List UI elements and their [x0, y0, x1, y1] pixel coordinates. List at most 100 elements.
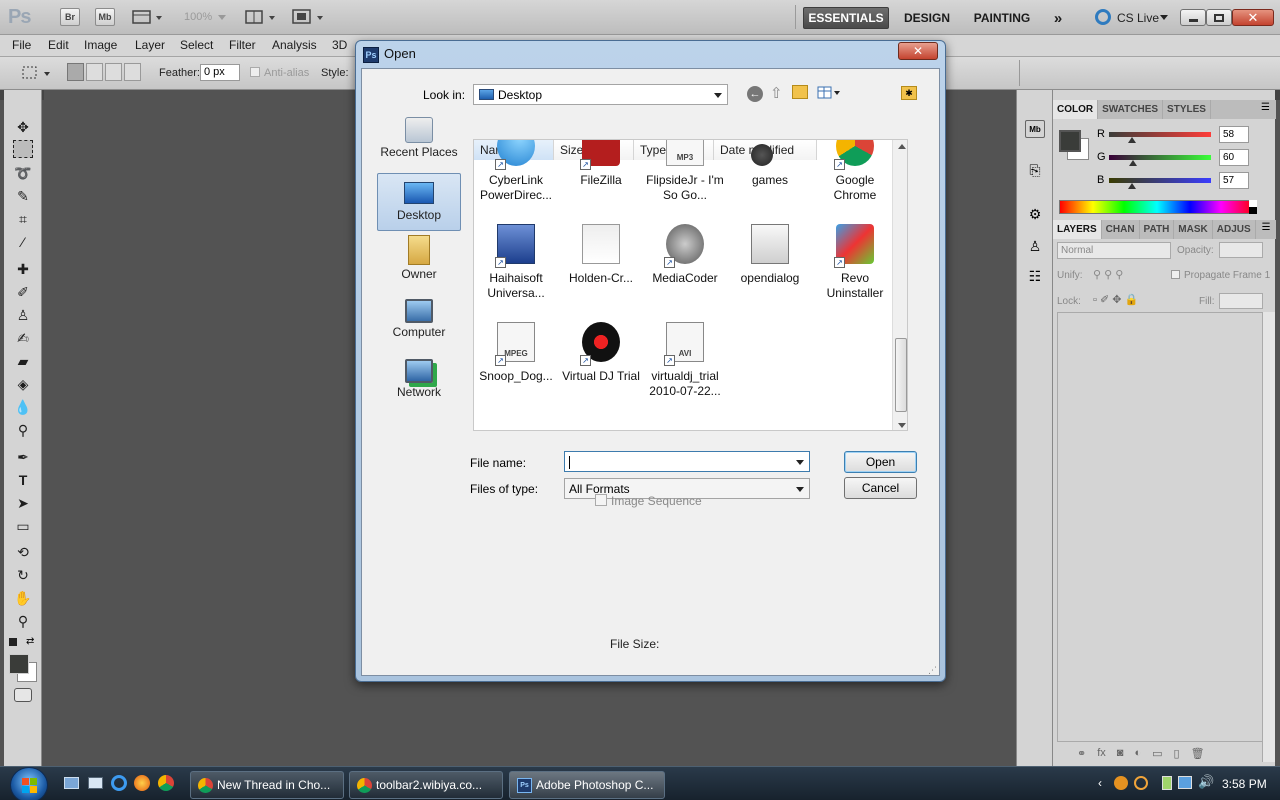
place-desktop[interactable]: Desktop [377, 173, 461, 231]
place-network[interactable]: Network [377, 353, 461, 411]
foreground-color-swatch[interactable] [9, 654, 29, 674]
adjustment-layer-icon[interactable]: ◐ [1134, 747, 1141, 763]
menu-select[interactable]: Select [180, 38, 213, 52]
layers-scrollbar[interactable] [1262, 312, 1275, 762]
clone-source-icon[interactable]: ♙ [1026, 238, 1044, 256]
open-button[interactable]: Open [844, 451, 917, 473]
cs-live-button[interactable]: CS Live [1117, 11, 1159, 25]
scrollbar-thumb[interactable] [895, 338, 907, 412]
g-slider-thumb[interactable] [1129, 160, 1137, 166]
link-layers-icon[interactable]: ⚭ [1077, 747, 1086, 763]
feather-input[interactable]: 0 px [200, 64, 240, 81]
gradient-tool-icon[interactable]: ◈ [13, 375, 33, 393]
swap-colors-icon[interactable]: ⇄ [26, 636, 34, 647]
blend-mode-select[interactable]: Normal [1057, 242, 1171, 259]
taskbar-item-new-thread[interactable]: New Thread in Cho... [190, 771, 344, 799]
view-extras-icon[interactable] [132, 9, 162, 25]
minimize-button[interactable] [1180, 9, 1206, 26]
quick-selection-tool-icon[interactable]: ✎ [13, 187, 33, 205]
zoom-level[interactable]: 100% [184, 11, 212, 23]
chevron-down-icon[interactable] [796, 460, 804, 465]
3d-orbit-tool-icon[interactable]: ↻ [13, 566, 33, 584]
propagate-checkbox[interactable] [1171, 270, 1180, 279]
file-item[interactable]: ↗ MediaCoder [646, 222, 724, 286]
brush-tool-icon[interactable]: ✐ [13, 283, 33, 301]
new-selection-icon[interactable] [67, 63, 84, 81]
look-in-select[interactable]: Desktop [473, 84, 728, 105]
menu-filter[interactable]: Filter [229, 38, 256, 52]
marquee-tool-icon[interactable] [13, 140, 33, 158]
layers-list[interactable] [1057, 312, 1273, 742]
path-selection-tool-icon[interactable]: ➤ [13, 494, 33, 512]
default-colors-icon[interactable] [9, 638, 17, 646]
arrange-documents-icon[interactable] [245, 9, 279, 25]
pen-tool-icon[interactable]: ✒ [13, 448, 33, 466]
bridge-button[interactable]: Br [60, 8, 80, 26]
file-item[interactable]: ↗ Virtual DJ Trial [562, 320, 640, 384]
file-item[interactable]: ↗ FileZilla [562, 140, 640, 188]
power-icon[interactable] [1162, 776, 1172, 790]
b-slider[interactable] [1109, 178, 1211, 183]
menu-file[interactable]: File [12, 38, 31, 52]
file-name-input[interactable] [564, 451, 810, 472]
new-folder-icon[interactable] [792, 85, 808, 99]
volume-icon[interactable]: 🔊 [1198, 774, 1214, 790]
type-tool-icon[interactable]: T [13, 471, 33, 489]
tray-app-icon[interactable] [1114, 776, 1128, 790]
file-item[interactable]: AVI ↗ virtualdj_trial 2010-07-22... [646, 320, 724, 399]
file-item[interactable]: MP3 FlipsideJr - I'm So Go... [646, 140, 724, 203]
black-white-ramp[interactable] [1249, 200, 1257, 214]
color-fg-swatch[interactable] [1059, 130, 1081, 152]
eyedropper-tool-icon[interactable]: ⁄ [13, 233, 33, 251]
screen-mode-icon[interactable] [292, 9, 326, 25]
new-group-icon[interactable]: ▭ [1152, 747, 1162, 763]
unify-icons[interactable]: ⚲ ⚲ ⚲ [1093, 268, 1123, 281]
r-slider[interactable] [1109, 132, 1211, 137]
firefox-icon[interactable] [134, 775, 150, 791]
network-tray-icon[interactable] [1178, 776, 1192, 789]
add-to-selection-icon[interactable] [86, 63, 103, 81]
g-value-input[interactable]: 60 [1219, 149, 1249, 166]
menu-image[interactable]: Image [84, 38, 117, 52]
scroll-up-icon[interactable] [898, 144, 906, 149]
show-desktop-icon[interactable] [64, 777, 79, 789]
intersect-selection-icon[interactable] [124, 63, 141, 81]
brush-presets-icon[interactable]: ⚙ [1026, 206, 1044, 224]
fill-input[interactable] [1219, 293, 1263, 309]
tab-layers[interactable]: LAYERS [1053, 220, 1102, 239]
new-layer-icon[interactable]: ▯ [1174, 747, 1180, 763]
tab-masks[interactable]: MASK [1174, 220, 1213, 239]
menu-3d[interactable]: 3D [332, 38, 347, 52]
delete-layer-icon[interactable]: 🗑 [1191, 747, 1205, 763]
resize-grip-icon[interactable]: ⋰ [928, 665, 938, 675]
tab-adjustments[interactable]: ADJUS [1213, 220, 1256, 239]
lock-icons[interactable]: ▫ ✐ ✥ 🔒 [1093, 293, 1138, 306]
workspace-design[interactable]: DESIGN [897, 7, 957, 29]
crop-tool-icon[interactable]: ⌗ [13, 210, 33, 228]
layer-style-icon[interactable]: fx [1097, 747, 1106, 763]
blur-tool-icon[interactable]: 💧 [13, 398, 33, 416]
b-slider-thumb[interactable] [1128, 183, 1136, 189]
tab-channels[interactable]: CHAN [1102, 220, 1140, 239]
zoom-dropdown-icon[interactable] [218, 15, 226, 20]
file-item[interactable]: MPEG ↗ Snoop_Dog... [477, 320, 555, 384]
3d-rotate-tool-icon[interactable]: ⟲ [13, 543, 33, 561]
g-slider[interactable] [1109, 155, 1211, 160]
explorer-icon[interactable] [88, 777, 103, 789]
tool-presets-icon[interactable]: ☷ [1026, 268, 1044, 286]
cancel-button[interactable]: Cancel [844, 477, 917, 499]
hand-tool-icon[interactable]: ✋ [13, 589, 33, 607]
r-value-input[interactable]: 58 [1219, 126, 1249, 143]
workspace-painting[interactable]: PAINTING [966, 7, 1038, 29]
file-list-scrollbar[interactable] [892, 140, 907, 430]
move-tool-icon[interactable]: ✥ [13, 118, 33, 136]
tab-styles[interactable]: STYLES [1163, 100, 1211, 119]
file-item[interactable]: opendialog [731, 222, 809, 286]
clock[interactable]: 3:58 PM [1222, 777, 1267, 791]
mini-bridge-icon[interactable]: Mb [1025, 120, 1045, 138]
up-folder-icon[interactable]: ⇧ [770, 84, 783, 102]
chrome-icon[interactable] [158, 775, 174, 791]
tray-app-icon[interactable] [1134, 776, 1148, 790]
antialias-checkbox[interactable] [250, 67, 260, 77]
image-sequence-checkbox[interactable] [595, 494, 607, 506]
